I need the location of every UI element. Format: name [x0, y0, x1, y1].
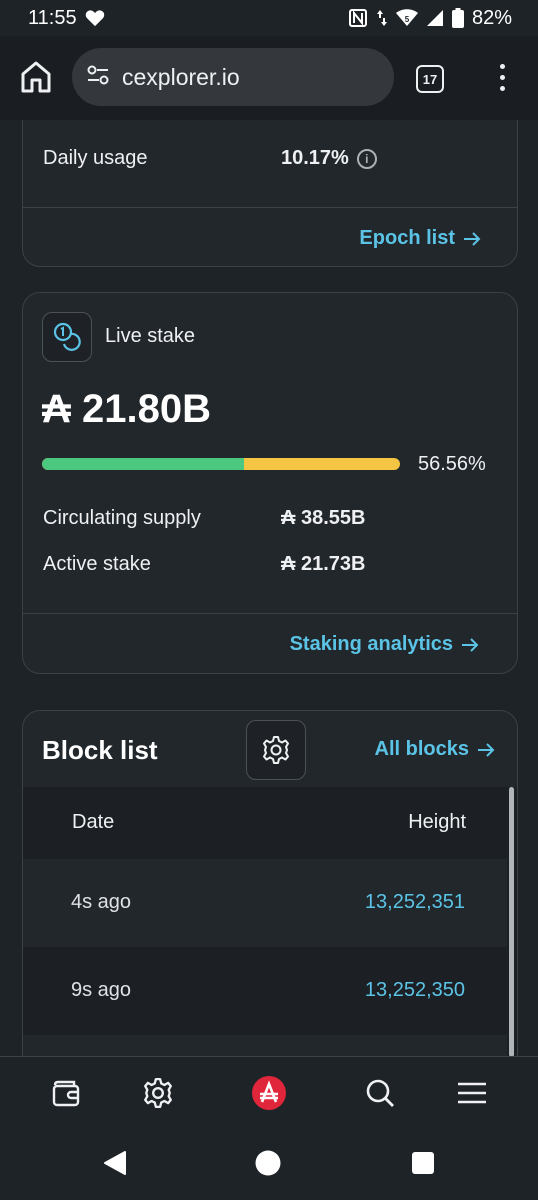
wifi-icon: 5 — [395, 9, 418, 27]
daily-usage-number: 10.17% — [281, 147, 349, 169]
live-stake-card: Live stake ₳ 21.80B 56.56% Circulating s… — [22, 292, 518, 674]
epoch-list-link[interactable]: Epoch list — [359, 227, 481, 250]
menu-nav-button[interactable] — [454, 1075, 490, 1111]
search-nav-button[interactable] — [362, 1075, 398, 1111]
coins-icon — [42, 312, 92, 362]
arrow-right-icon — [464, 231, 481, 246]
info-icon[interactable]: i — [356, 148, 377, 169]
row-height-link[interactable]: 13,252,350 — [365, 979, 465, 1002]
block-list-title: Block list — [42, 735, 158, 765]
more-menu-icon[interactable] — [496, 64, 508, 94]
table-row[interactable] — [23, 1035, 507, 1056]
battery-percentage: 82% — [471, 6, 512, 29]
table-row[interactable]: 9s ago 13,252,350 — [23, 947, 507, 1035]
live-stake-amount: ₳ 21.80B — [42, 387, 211, 431]
back-button[interactable] — [100, 1148, 130, 1178]
address-bar[interactable]: cexplorer.io — [72, 48, 394, 106]
all-blocks-label: All blocks — [374, 738, 469, 760]
home-icon — [21, 61, 51, 93]
page-content: Daily usage 10.17% i Epoch list Live sta… — [0, 120, 538, 1056]
table-row[interactable]: 4s ago 13,252,351 — [23, 859, 507, 947]
cell-signal-icon — [426, 9, 444, 27]
gear-icon — [144, 1077, 172, 1109]
epoch-card: Daily usage 10.17% i Epoch list — [22, 120, 518, 267]
row-date: 4s ago — [71, 891, 132, 913]
recents-square-icon — [412, 1152, 434, 1174]
browser-toolbar: cexplorer.io 17 — [0, 36, 538, 120]
nfc-icon — [348, 8, 368, 28]
live-stake-title: Live stake — [105, 325, 196, 347]
block-table: Date Height 4s ago 13,252,351 9s ago 13,… — [23, 787, 517, 1056]
hamburger-menu-icon — [458, 1082, 486, 1104]
daily-usage-value: 10.17% i — [281, 147, 377, 170]
settings-nav-button[interactable] — [140, 1075, 176, 1111]
home-circle-icon — [255, 1150, 281, 1176]
staking-analytics-label: Staking analytics — [289, 633, 453, 655]
tab-switcher-button[interactable]: 17 — [416, 65, 444, 93]
stake-progress-percentage: 56.56% — [418, 453, 486, 475]
row-date: 9s ago — [71, 979, 132, 1001]
active-stake-value: ₳ 21.73B — [281, 553, 366, 575]
cardano-logo-icon — [252, 1076, 286, 1110]
gear-icon — [263, 736, 289, 764]
stake-progress-bar — [42, 458, 400, 470]
circulating-supply-label: Circulating supply — [43, 507, 201, 529]
back-triangle-icon — [104, 1151, 126, 1175]
status-right: 5 82% — [348, 7, 512, 30]
block-list-card: Block list All blocks Date Height 4s ago… — [22, 710, 518, 1056]
status-time: 11:55 — [28, 6, 77, 29]
site-settings-icon[interactable] — [86, 65, 110, 90]
home-system-button[interactable] — [253, 1148, 283, 1178]
tab-count: 17 — [422, 71, 438, 87]
divider — [23, 207, 517, 208]
column-header-date[interactable]: Date — [72, 811, 114, 834]
bottom-navigation — [0, 1056, 538, 1130]
status-left: 11:55 — [28, 7, 105, 30]
cardano-home-button[interactable] — [251, 1075, 287, 1111]
active-stake-label: Active stake — [43, 553, 151, 575]
row-height-link[interactable]: 13,252,351 — [365, 891, 465, 914]
svg-text:5: 5 — [405, 15, 410, 24]
url-text: cexplorer.io — [122, 63, 240, 90]
table-scrollbar[interactable] — [509, 787, 514, 1056]
stake-progress-fill — [42, 458, 245, 470]
wallet-nav-button[interactable] — [48, 1075, 84, 1111]
arrow-right-icon — [478, 742, 495, 757]
divider — [23, 613, 517, 614]
column-header-height[interactable]: Height — [408, 811, 466, 834]
epoch-list-label: Epoch list — [359, 227, 455, 249]
status-bar: 11:55 5 82% — [0, 0, 538, 36]
system-navigation-bar — [0, 1130, 538, 1200]
home-button[interactable] — [20, 60, 52, 94]
heart-icon — [85, 9, 105, 27]
search-icon — [366, 1079, 394, 1107]
recents-button[interactable] — [408, 1148, 438, 1178]
arrow-right-icon — [462, 637, 479, 652]
daily-usage-label: Daily usage — [43, 147, 148, 169]
staking-analytics-link[interactable]: Staking analytics — [290, 633, 479, 656]
battery-icon — [451, 8, 464, 28]
all-blocks-link[interactable]: All blocks — [375, 738, 495, 761]
data-arrows-icon — [376, 8, 388, 28]
circulating-supply-value: ₳ 38.55B — [281, 507, 366, 529]
table-settings-button[interactable] — [246, 720, 306, 780]
wallet-icon — [52, 1080, 80, 1107]
